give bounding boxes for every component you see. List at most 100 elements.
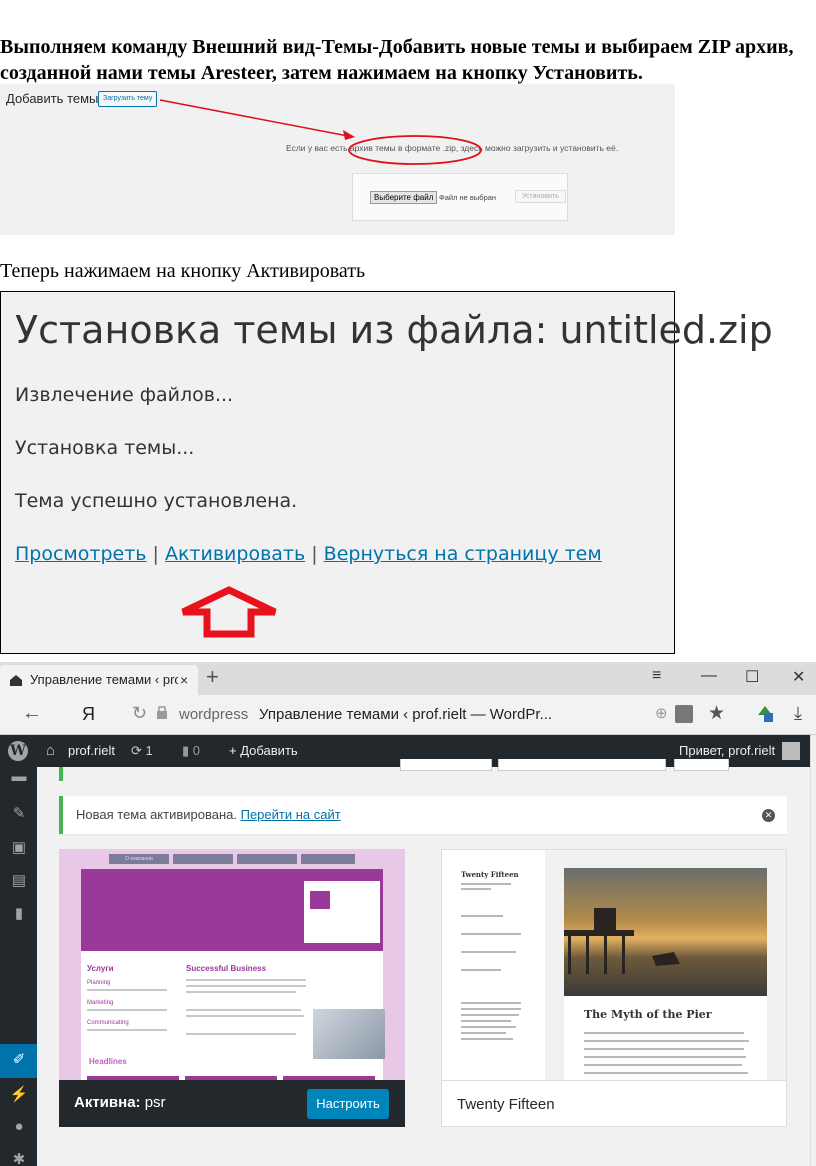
- text-line: [186, 1015, 304, 1017]
- active-theme-label: Активна: psr: [74, 1094, 166, 1111]
- site-name-link[interactable]: prof.rielt: [68, 735, 115, 767]
- reader-mode-icon[interactable]: [675, 705, 693, 723]
- posts-pin-icon[interactable]: ✎: [9, 804, 29, 824]
- install-heading: Установка темы из файла: untitled.zip: [15, 308, 773, 352]
- wordpress-logo-icon[interactable]: W: [8, 741, 28, 761]
- close-window-icon[interactable]: ✕: [792, 667, 805, 687]
- back-to-themes-link[interactable]: Вернуться на страницу тем: [324, 543, 602, 565]
- comments-count: 0: [192, 743, 200, 758]
- text-line: [186, 1033, 296, 1035]
- handshake-image: [313, 1009, 385, 1059]
- post-title: The Myth of the Pier: [584, 1008, 712, 1021]
- planning-item: Planning: [87, 980, 111, 986]
- pages-icon[interactable]: ▤: [9, 871, 29, 891]
- text-line: [461, 1038, 513, 1040]
- text-line: [584, 1048, 744, 1050]
- theme-activated-notice: Новая тема активирована. Перейти на сайт…: [59, 796, 787, 834]
- minimize-icon[interactable]: —: [701, 667, 717, 685]
- browser-logo[interactable]: Я: [82, 704, 95, 725]
- text-line: [186, 985, 306, 987]
- activate-link[interactable]: Активировать: [165, 543, 305, 565]
- text-line: [461, 915, 503, 917]
- text-line: [461, 1026, 516, 1028]
- admin-side-menu: ▬ ✎ ▣ ▤ ▮ ✐ ⚡ ● ✱: [0, 767, 37, 1166]
- maximize-icon[interactable]: ☐: [745, 667, 759, 687]
- appearance-brush-icon[interactable]: ✐: [9, 1050, 29, 1070]
- tools-wrench-icon[interactable]: ✱: [9, 1150, 29, 1166]
- site-info-icon[interactable]: [156, 706, 168, 720]
- globe-icon[interactable]: ⊕: [655, 704, 668, 722]
- activate-instruction: Теперь нажимаем на кнопку Активировать: [0, 260, 366, 282]
- filter-control[interactable]: [400, 759, 492, 771]
- theme-logo: [304, 881, 380, 943]
- red-annotation: [159, 99, 482, 165]
- users-icon[interactable]: ●: [9, 1117, 29, 1137]
- up-arrow-icon: [181, 586, 277, 638]
- extension-icon[interactable]: [755, 703, 775, 723]
- filter-control[interactable]: [498, 759, 666, 771]
- comments-menu-icon[interactable]: ▮: [9, 904, 29, 924]
- theme-filter-controls: [400, 759, 790, 771]
- text-line: [461, 888, 491, 890]
- close-tab-icon[interactable]: ×: [180, 665, 188, 695]
- annotation-arrow-line: [159, 99, 349, 137]
- pier-silhouette: [564, 908, 680, 974]
- preview-link[interactable]: Просмотреть: [15, 543, 146, 565]
- text-line: [87, 989, 167, 991]
- theme-card-twenty-fifteen[interactable]: Twenty Fifteen The Myth of the Pier Twen…: [441, 849, 787, 1127]
- text-line: [461, 969, 501, 971]
- comments-link[interactable]: ▮ 0: [182, 735, 200, 767]
- text-line: [186, 1009, 301, 1011]
- text-line: [461, 1002, 521, 1004]
- customize-button[interactable]: Настроить: [307, 1089, 389, 1119]
- install-result-screenshot: Установка темы из файла: untitled.zip Из…: [0, 291, 773, 654]
- updates-link[interactable]: ⟳ 1: [131, 735, 153, 767]
- text-line: [584, 1072, 748, 1074]
- text-line: [461, 1032, 506, 1034]
- browser-tab[interactable]: Управление темами ‹ prof ×: [0, 665, 198, 695]
- url-page-title[interactable]: Управление темами ‹ prof.rielt — WordPr.…: [259, 706, 552, 723]
- text-line: [461, 1008, 521, 1010]
- address-bar: ← Я ↻ wordpress Управление темами ‹ prof…: [0, 695, 816, 735]
- annotation-arrow-head: [343, 130, 355, 140]
- instruction-paragraph: Выполняем команду Внешний вид-Темы-Добав…: [0, 36, 794, 84]
- media-menu-icon[interactable]: ▬: [9, 767, 29, 787]
- avatar[interactable]: [782, 742, 800, 760]
- dashboard-icon: [10, 675, 22, 686]
- upload-theme-screenshot: Добавить темы Загрузить тему Если у вас …: [0, 84, 675, 235]
- notice-text: Новая тема активирована. Перейти на сайт: [76, 796, 341, 834]
- logo-mark: [310, 891, 330, 909]
- add-new-label: Добавить: [240, 743, 298, 758]
- plugins-icon[interactable]: ⚡: [9, 1085, 29, 1105]
- active-theme-name: psr: [144, 1094, 166, 1111]
- marketing-item: Marketing: [87, 1000, 114, 1006]
- filter-control[interactable]: [674, 759, 729, 771]
- url-domain[interactable]: wordpress: [179, 706, 248, 723]
- tab-bar: Управление темами ‹ prof × + ≡ — ☐ ✕: [0, 662, 816, 695]
- nav-item: [237, 854, 297, 864]
- text-line: [461, 951, 516, 953]
- nav-item-about: О компании: [109, 854, 169, 864]
- back-arrow-icon[interactable]: ←: [22, 702, 42, 725]
- text-line: [461, 883, 511, 885]
- browser-screenshot: Управление темами ‹ prof × + ≡ — ☐ ✕ ← Я…: [0, 662, 816, 1166]
- notice-message: Новая тема активирована.: [76, 807, 241, 822]
- text-line: [461, 1014, 519, 1016]
- home-icon[interactable]: ⌂: [46, 735, 55, 767]
- visit-site-link[interactable]: Перейти на сайт: [241, 807, 341, 822]
- add-new-link[interactable]: + Добавить: [229, 735, 298, 767]
- nav-item: [173, 854, 233, 864]
- theme-card-footer: Twenty Fifteen: [442, 1080, 786, 1126]
- communicating-item: Communicating: [87, 1020, 129, 1026]
- dismiss-notice-icon[interactable]: ✕: [762, 809, 775, 822]
- reload-icon[interactable]: ↻: [132, 703, 147, 724]
- media-icon[interactable]: ▣: [9, 838, 29, 858]
- download-icon[interactable]: ⤓: [794, 703, 802, 724]
- page-scrollbar[interactable]: [810, 735, 816, 1166]
- new-tab-icon[interactable]: +: [206, 664, 219, 690]
- preview-site-title: Twenty Fifteen: [461, 870, 519, 879]
- text-line: [584, 1064, 742, 1066]
- bookmark-star-icon[interactable]: ★: [708, 702, 725, 725]
- menu-icon[interactable]: ≡: [652, 667, 661, 685]
- text-line: [87, 1009, 167, 1011]
